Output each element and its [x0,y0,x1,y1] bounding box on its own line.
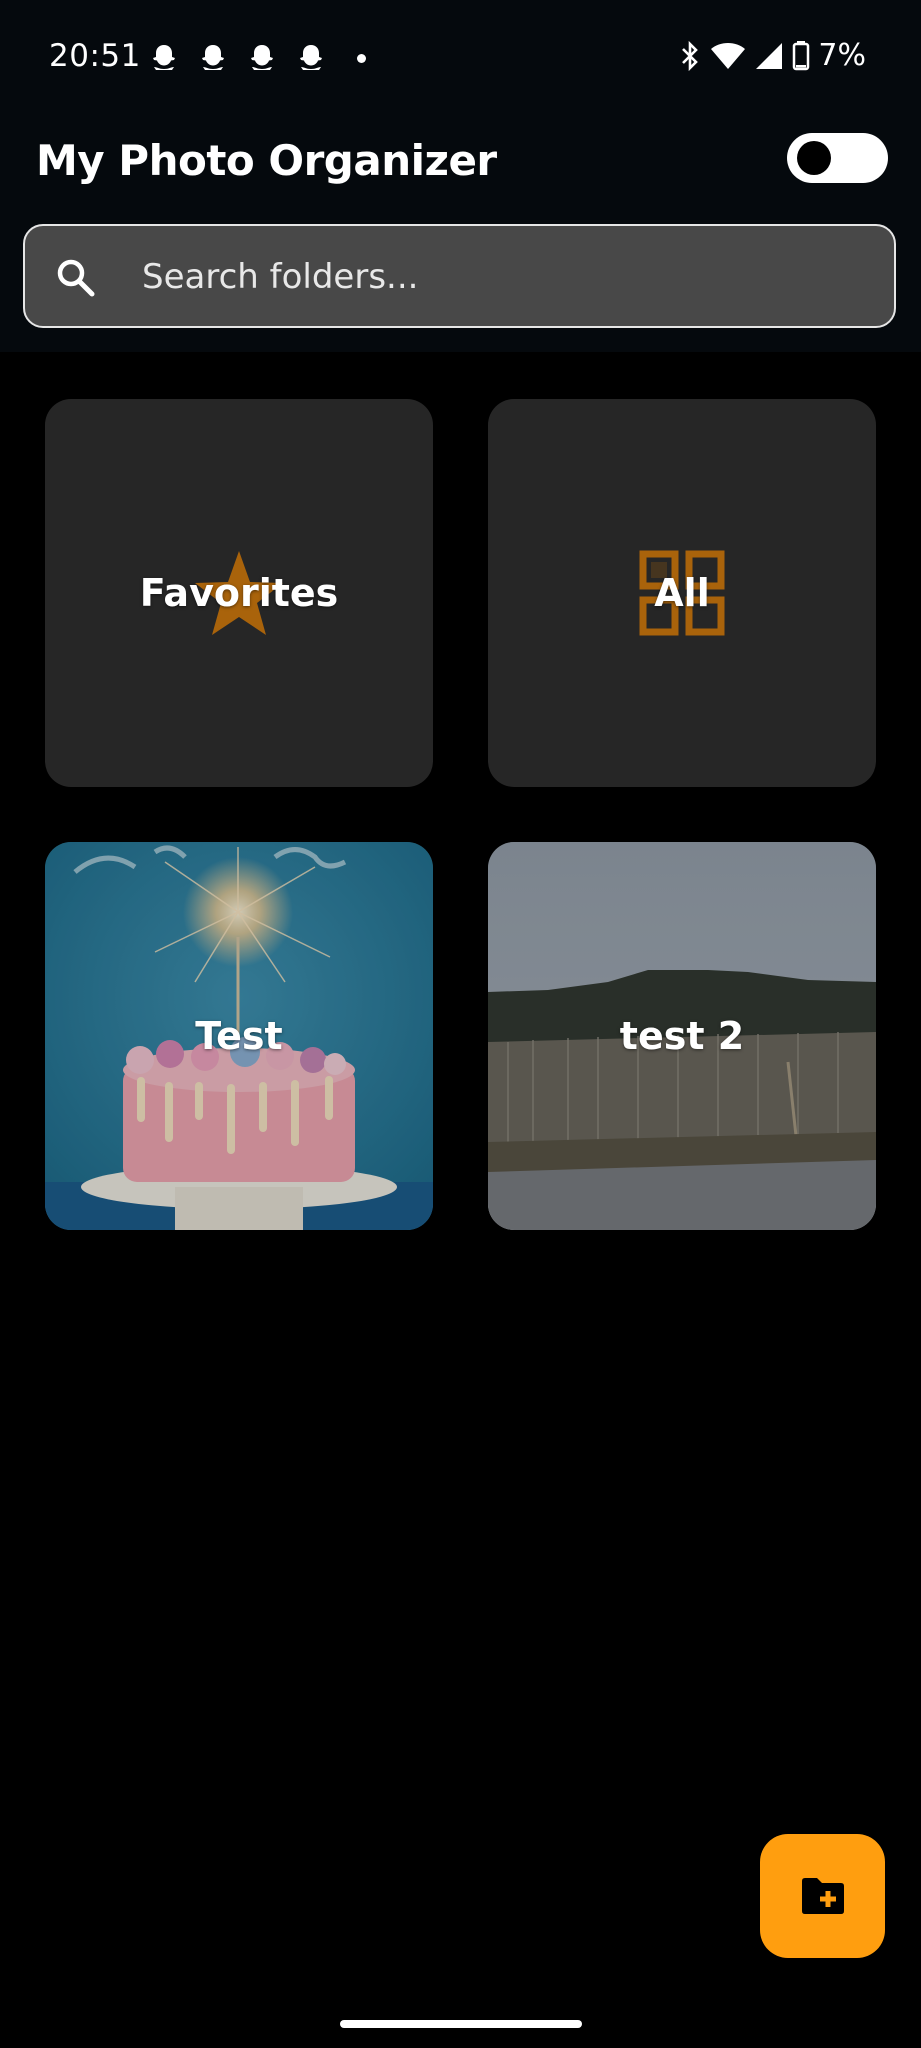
snapchat-icon [251,45,273,70]
folder-tile-favorites[interactable]: Favorites [45,399,433,787]
search-input[interactable] [140,246,864,308]
status-bar: 20:51 7% [0,0,921,116]
folder-tile-test[interactable]: Test [45,842,433,1230]
wifi-icon [711,42,746,69]
toggle-knob [797,141,831,175]
folder-label: Test [195,1014,283,1058]
folder-label: Favorites [139,571,339,615]
bluetooth-icon [682,40,699,71]
status-time: 20:51 [49,38,141,74]
cell-signal-icon [756,42,783,69]
battery-percent: 7% [818,38,866,73]
battery-icon [793,40,810,70]
folder-tile-all[interactable]: All [488,399,876,787]
add-folder-button[interactable] [760,1834,885,1958]
more-notifications-dot [357,53,366,63]
add-folder-icon [801,1878,844,1914]
folder-tile-test-2[interactable]: test 2 [488,842,876,1230]
theme-toggle[interactable] [787,133,888,183]
search-icon [57,259,95,297]
folder-label: test 2 [619,1014,745,1058]
snapchat-icon [153,45,175,70]
notification-icons [149,43,366,73]
folder-label: All [654,571,710,615]
system-icons: 7% [678,38,866,73]
home-indicator[interactable] [340,2020,582,2028]
search-bar[interactable] [23,224,896,328]
page-title: My Photo Organizer [36,136,497,185]
snapchat-icon [300,45,322,70]
snapchat-icon [202,45,224,70]
